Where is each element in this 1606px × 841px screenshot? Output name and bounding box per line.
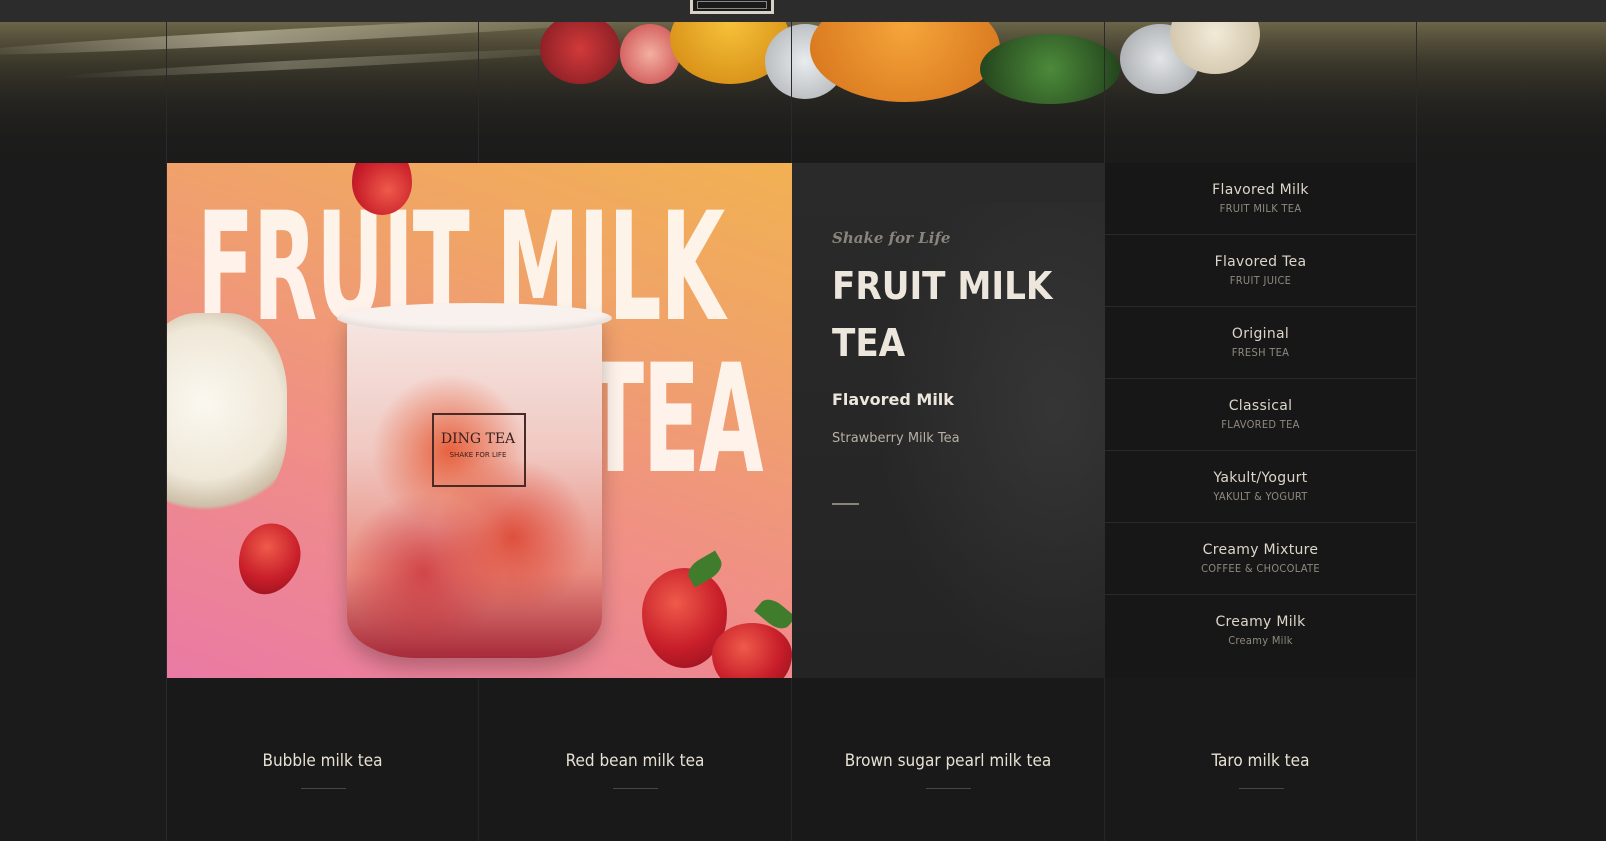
strawberry-image — [540, 22, 620, 84]
category-menu: Flavored Milk FRUIT MILK TEA Flavored Te… — [1105, 163, 1416, 678]
menu-item-sublabel: FRUIT JUICE — [1229, 274, 1292, 287]
divider — [832, 503, 859, 505]
tea-leaves-image — [980, 34, 1120, 104]
product-name: Brown sugar pearl milk tea — [844, 751, 1052, 771]
cup-lid — [337, 303, 612, 333]
menu-item-yakult-yogurt[interactable]: Yakult/Yogurt YAKULT & YOGURT — [1105, 451, 1416, 523]
divider — [300, 788, 346, 789]
product-name: Bubble milk tea — [262, 751, 383, 771]
product-card-brown-sugar-pearl-milk-tea[interactable]: Brown sugar pearl milk tea — [792, 678, 1105, 841]
menu-item-label: Yakult/Yogurt — [1213, 470, 1308, 486]
menu-item-sublabel: FLAVORED TEA — [1221, 418, 1300, 431]
menu-item-creamy-milk[interactable]: Creamy Milk Creamy Milk — [1105, 595, 1416, 667]
top-bar — [0, 0, 1606, 22]
menu-item-label: Creamy Milk — [1215, 614, 1306, 630]
divider — [926, 788, 971, 789]
menu-item-sublabel: YAKULT & YOGURT — [1213, 490, 1308, 503]
image-text-tea: TEA — [587, 333, 764, 507]
menu-item-sublabel: COFFEE & CHOCOLATE — [1201, 562, 1320, 575]
menu-item-label: Creamy Mixture — [1202, 542, 1319, 558]
menu-item-flavored-milk[interactable]: Flavored Milk FRUIT MILK TEA — [1105, 163, 1416, 235]
featured-title: FRUIT MILK TEA — [832, 264, 1053, 365]
divider — [613, 788, 658, 789]
menu-item-label: Classical — [1228, 398, 1293, 414]
strawberry-image — [712, 623, 792, 678]
menu-item-sublabel: Creamy Milk — [1228, 634, 1293, 647]
menu-item-classical[interactable]: Classical FLAVORED TEA — [1105, 379, 1416, 451]
ingredients-image — [540, 22, 1280, 104]
featured-product-image[interactable]: FRUIT MILK TEA DING TEA SHAKE FOR LIFE — [167, 163, 792, 678]
cup-brand: DING TEA — [440, 431, 516, 447]
cup-slogan: SHAKE FOR LIFE — [449, 451, 507, 459]
featured-category: Flavored Milk — [832, 390, 954, 409]
product-card-taro-milk-tea[interactable]: Taro milk tea — [1105, 678, 1416, 841]
divider — [1238, 788, 1284, 789]
tagline: Shake for Life — [832, 229, 951, 247]
featured-product-info: Shake for Life FRUIT MILK TEA Flavored M… — [792, 163, 1105, 678]
orange-bowl-image — [810, 22, 1000, 102]
menu-item-label: Original — [1231, 326, 1290, 342]
hero-banner — [0, 22, 1606, 162]
milk-jug-image — [167, 313, 287, 513]
product-name: Taro milk tea — [1211, 751, 1310, 771]
site-logo[interactable] — [690, 0, 774, 14]
strawberry-image — [228, 514, 310, 604]
product-card-red-bean-milk-tea[interactable]: Red bean milk tea — [479, 678, 792, 841]
menu-item-original[interactable]: Original FRESH TEA — [1105, 307, 1416, 379]
menu-item-sublabel: FRESH TEA — [1231, 346, 1290, 359]
menu-item-creamy-mixture[interactable]: Creamy Mixture COFFEE & CHOCOLATE — [1105, 523, 1416, 595]
product-card-bubble-milk-tea[interactable]: Bubble milk tea — [167, 678, 479, 841]
menu-item-flavored-tea[interactable]: Flavored Tea FRUIT JUICE — [1105, 235, 1416, 307]
menu-item-label: Flavored Tea — [1214, 254, 1307, 270]
logo-frame — [697, 1, 767, 9]
product-row: Bubble milk tea Red bean milk tea Brown … — [167, 678, 1416, 841]
product-name: Red bean milk tea — [565, 751, 705, 771]
menu-item-label: Flavored Milk — [1212, 182, 1309, 198]
menu-item-sublabel: FRUIT MILK TEA — [1219, 202, 1302, 215]
cup-logo-frame — [432, 413, 526, 487]
featured-subtitle: Strawberry Milk Tea — [832, 431, 960, 446]
